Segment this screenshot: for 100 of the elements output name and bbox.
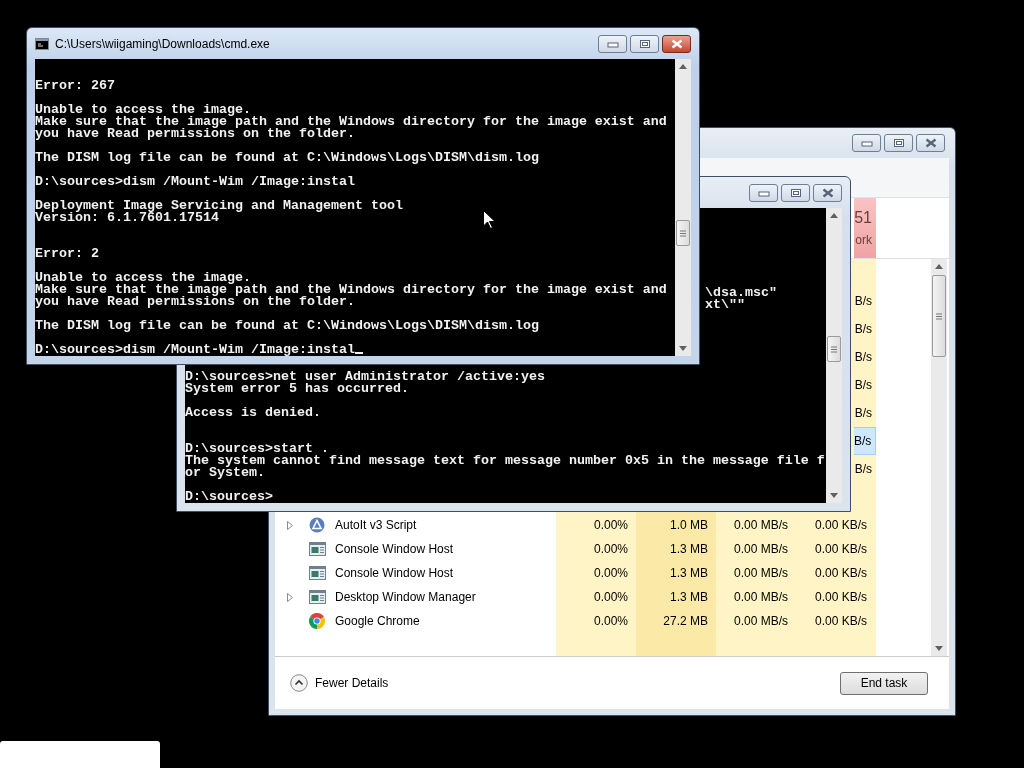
window-title: C:\Users\wiigaming\Downloads\cmd.exe <box>55 36 270 51</box>
table-cell-text: 27.2 MB <box>662 614 709 628</box>
table-cell-text: 1.0 MB <box>669 518 709 532</box>
table-cell[interactable]: B/s <box>854 315 876 343</box>
close-icon <box>670 38 683 49</box>
console-line: Make sure that the image path and the Windows directory for the image exist and <box>35 284 667 296</box>
close-icon <box>821 187 834 198</box>
maximize-button[interactable] <box>884 134 913 152</box>
console-line: \dsa.msc" <box>705 287 777 299</box>
column-label: ork <box>855 233 872 247</box>
close-icon <box>924 138 937 148</box>
table-cell[interactable]: B/s <box>854 371 876 399</box>
fewer-details-button[interactable]: Fewer Details <box>290 674 389 692</box>
console-line: Access is denied. <box>185 407 321 419</box>
table-cell-text: 0.00% <box>592 614 629 628</box>
table-cell[interactable]: B/s <box>854 343 876 371</box>
console-line: D:\sources>dism /Mount-Wim /Image:instal <box>35 344 363 356</box>
scroll-up-icon[interactable] <box>935 264 943 269</box>
table-cell-text: 0.00% <box>592 590 629 604</box>
expand-arrow-icon[interactable] <box>287 520 293 530</box>
console-line: Unable to access the image. <box>35 272 251 284</box>
expand-arrow-icon[interactable] <box>287 592 293 602</box>
table-cell-text: 0.00 KB/s <box>813 542 868 556</box>
process-row[interactable]: Desktop Window Manager 0.00% 1.3 MB 0.00 MB/s 0.00 KB/s <box>275 587 931 607</box>
tricolor-circle-icon <box>309 613 325 629</box>
close-button[interactable] <box>916 134 945 152</box>
table-cell-text: 0.00 KB/s <box>813 566 868 580</box>
maximize-icon <box>892 138 905 148</box>
table-cell[interactable]: B/s <box>854 427 876 455</box>
process-name: Console Window Host <box>335 566 454 580</box>
close-button[interactable] <box>662 34 691 53</box>
table-cell-text: 0.00 MB/s <box>732 542 789 556</box>
scroll-down-icon[interactable] <box>830 493 838 498</box>
process-name: AutoIt v3 Script <box>335 518 417 532</box>
console-line: D:\sources> <box>185 491 273 503</box>
console-line: D:\sources>dism /Mount-Wim /Image:instal <box>35 176 355 188</box>
maximize-icon <box>638 38 651 49</box>
process-row[interactable]: Google Chrome 0.00% 27.2 MB 0.00 MB/s 0.00 KB/s <box>275 611 931 631</box>
collapse-chevron-icon <box>290 674 308 692</box>
scrollbar[interactable] <box>931 259 947 656</box>
scroll-down-icon[interactable] <box>679 346 687 351</box>
table-cell-text: 0.00 MB/s <box>732 614 789 628</box>
process-row[interactable]: Console Window Host 0.00% 1.3 MB 0.00 MB/s 0.00 KB/s <box>275 563 931 583</box>
minimize-icon <box>757 188 770 197</box>
minimize-button[interactable] <box>852 134 881 152</box>
maximize-button[interactable] <box>630 34 659 53</box>
table-cell-text: 0.00 KB/s <box>813 614 868 628</box>
table-cell-text: 0.00 KB/s <box>813 518 868 532</box>
console-line: D:\sources>net user Administrator /active:yes <box>185 371 545 383</box>
console-app-icon <box>35 37 49 50</box>
console-line: Error: 267 <box>35 80 115 92</box>
console-line: you have Read permissions on the folder. <box>35 296 355 308</box>
console-line: you have Read permissions on the folder. <box>35 128 355 140</box>
mouse-pointer-icon <box>483 210 495 229</box>
console-line: Error: 2 <box>35 248 99 260</box>
process-row[interactable]: Console Window Host 0.00% 1.3 MB 0.00 MB/s 0.00 KB/s <box>275 539 931 559</box>
table-cell[interactable]: B/s <box>854 455 876 483</box>
scroll-down-icon[interactable] <box>935 646 943 651</box>
triangle-circle-icon <box>309 517 325 533</box>
table-cell-text: 0.00% <box>592 542 629 556</box>
minimize-icon <box>860 139 873 147</box>
console-line: Deployment Image Servicing and Management tool <box>35 200 403 212</box>
minimize-button[interactable] <box>598 34 627 53</box>
usage-percent: 51 <box>854 209 872 227</box>
maximize-button[interactable] <box>781 183 810 202</box>
scroll-up-icon[interactable] <box>830 213 838 218</box>
window-icon <box>309 566 326 580</box>
scroll-up-icon[interactable] <box>679 64 687 69</box>
scrollbar[interactable] <box>826 208 842 503</box>
scroll-thumb[interactable] <box>827 336 841 362</box>
scrollbar[interactable] <box>675 59 691 356</box>
table-cell-text: 0.00 MB/s <box>732 518 789 532</box>
console-line: Unable to access the image. <box>35 104 251 116</box>
minimize-button[interactable] <box>749 183 778 202</box>
table-cell[interactable]: B/s <box>854 287 876 315</box>
process-row[interactable]: AutoIt v3 Script 0.00% 1.0 MB 0.00 MB/s 0.00 KB/s <box>275 515 931 535</box>
table-cell-text: 0.00% <box>592 518 629 532</box>
console-line: The DISM log file can be found at C:\Windows\Logs\DISM\dism.log <box>35 152 539 164</box>
process-name: Desktop Window Manager <box>335 590 476 604</box>
close-button[interactable] <box>813 183 842 202</box>
console-line: Version: 6.1.7601.17514 <box>35 212 219 224</box>
table-cell-text: 0.00 KB/s <box>813 590 868 604</box>
console-line: Make sure that the image path and the Windows directory for the image exist and <box>35 116 667 128</box>
table-cell[interactable]: B/s <box>854 399 876 427</box>
scroll-thumb[interactable] <box>676 220 690 246</box>
console-line: or System. <box>185 467 265 479</box>
scroll-thumb[interactable] <box>932 275 946 357</box>
grip-icon <box>936 312 942 320</box>
table-cell-text: 1.3 MB <box>669 542 709 556</box>
column-header[interactable]: 51 ork <box>854 198 876 258</box>
console-line: The system cannot find message text for message number 0x5 in the message file f <box>185 455 825 467</box>
table-cell-text: 0.00 MB/s <box>732 566 789 580</box>
minimize-icon <box>606 39 619 48</box>
process-name: Console Window Host <box>335 542 454 556</box>
table-cell-text: 1.3 MB <box>669 566 709 580</box>
table-cell-text: 0.00% <box>592 566 629 580</box>
window-icon <box>309 590 326 604</box>
grip-icon <box>831 345 837 353</box>
maximize-icon <box>789 187 802 198</box>
end-task-button[interactable]: End task <box>840 671 928 695</box>
